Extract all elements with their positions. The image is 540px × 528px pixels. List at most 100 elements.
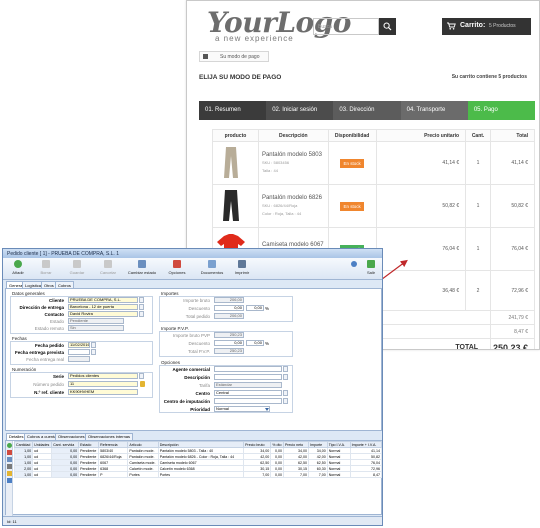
- descuento-pvp-pct-field[interactable]: 0,00: [246, 340, 264, 346]
- print-line-icon[interactable]: [7, 464, 12, 469]
- shop-logo[interactable]: YourLogo a new experience: [207, 6, 351, 49]
- options-line-icon[interactable]: [7, 471, 12, 476]
- step-iniciar-sesion[interactable]: 02. Iniciar sesión: [266, 101, 334, 120]
- product-attrs: Talla : 44: [261, 168, 278, 173]
- tab-cobros[interactable]: Cobros: [55, 281, 74, 288]
- fecha-real-field[interactable]: [68, 356, 90, 362]
- search-button[interactable]: [379, 18, 396, 35]
- centro-field[interactable]: Central: [214, 390, 282, 396]
- descuento-pct-field[interactable]: 0,00: [246, 305, 264, 311]
- pants-image: [223, 190, 239, 221]
- add-line-icon[interactable]: [7, 443, 12, 448]
- calendar-icon[interactable]: [91, 349, 96, 355]
- prioridad-select[interactable]: Normal: [214, 406, 270, 412]
- product-name[interactable]: Pantalón modelo 5803: [262, 152, 328, 158]
- step-label: 04. Transporte: [406, 107, 446, 113]
- chevron-down-icon[interactable]: [265, 408, 269, 411]
- cancel-button[interactable]: Cancelar: [98, 260, 118, 275]
- info-line-icon[interactable]: [7, 478, 12, 483]
- print-button[interactable]: Imprimir: [233, 260, 251, 275]
- search-icon[interactable]: [283, 374, 288, 380]
- cart-button[interactable]: Carrito: 5 Productos: [442, 18, 531, 35]
- search-icon[interactable]: [283, 390, 288, 396]
- erp-toolbar: Añadir Borrar Guardar Cancelar Cambiar e…: [3, 258, 382, 280]
- serie-field[interactable]: Pedidos clientes: [68, 373, 138, 379]
- descripcion-field[interactable]: [214, 374, 282, 380]
- logo-text: YourLogo: [207, 6, 351, 39]
- search-icon[interactable]: [283, 366, 288, 372]
- step-pago[interactable]: 05. Pago: [467, 101, 536, 120]
- numero-field[interactable]: 11: [68, 381, 138, 387]
- col-header: Disponibilidad: [327, 129, 377, 142]
- quantity: 1: [465, 184, 492, 228]
- step-resumen[interactable]: 01. Resumen: [199, 101, 267, 120]
- order-lines-table: Cantidad Unidades Cant. servida Estado R…: [13, 441, 382, 478]
- unit-price: 41,14 €: [375, 141, 467, 185]
- ref-cliente-field[interactable]: KK90HVHEM: [68, 389, 138, 395]
- direccion-field[interactable]: Barcelona - 12 de puerta: [68, 304, 138, 310]
- save-button[interactable]: Guardar: [67, 260, 87, 275]
- search-icon[interactable]: [139, 311, 144, 317]
- toolbar-label: Guardar: [69, 270, 85, 275]
- product-name[interactable]: Pantalón modelo 6826: [262, 195, 328, 201]
- step-direccion[interactable]: 03. Dirección: [333, 101, 401, 120]
- cliente-field[interactable]: PRUEBA DE COMPRA, S.L.: [68, 297, 138, 303]
- estado-remoto-label: Estado remoto: [34, 326, 64, 331]
- search-icon[interactable]: [139, 297, 144, 303]
- toolbar-label: Borrar: [40, 270, 52, 275]
- add-icon: [14, 260, 22, 268]
- ref-cliente-label: N.º ref. cliente: [34, 390, 64, 395]
- product-image-cell[interactable]: [212, 141, 259, 185]
- tab-observaciones[interactable]: Observaciones: [55, 433, 88, 440]
- direccion-label: Dirección de entrega: [19, 305, 64, 310]
- product-image-cell[interactable]: [212, 184, 259, 228]
- cliente-label: Cliente: [48, 298, 64, 303]
- search-icon[interactable]: [283, 398, 288, 404]
- search-icon[interactable]: [139, 304, 144, 310]
- estado-remoto-select[interactable]: Sin: [68, 325, 124, 331]
- delete-line-icon[interactable]: [7, 450, 12, 455]
- options-button[interactable]: Opciones: [165, 260, 189, 275]
- contacto-field[interactable]: David Rovira: [68, 311, 138, 317]
- tab-observaciones-internas[interactable]: Observaciones internas: [85, 433, 134, 440]
- toolbar-label: Cancelar: [99, 270, 116, 275]
- table-row[interactable]: 1,00 ud 0,00 Pendiente P Portes Portes 7,00 0,00…: [13, 471, 382, 478]
- edit-line-icon[interactable]: [7, 457, 12, 462]
- search-icon[interactable]: [139, 373, 144, 379]
- col-header: Cant.: [465, 129, 492, 142]
- step-transporte[interactable]: 04. Transporte: [400, 101, 468, 120]
- percent-sign: %: [265, 306, 270, 311]
- change-state-button[interactable]: Cambiar estado: [127, 260, 157, 275]
- printer-icon: [238, 260, 246, 268]
- line-total: 72,96 €: [490, 270, 535, 311]
- descuento-pvp-amount-field[interactable]: 0,00: [214, 340, 244, 346]
- col-header: producto: [212, 129, 259, 142]
- add-button[interactable]: Añadir: [9, 260, 27, 275]
- delete-button[interactable]: Borrar: [37, 260, 55, 275]
- fecha-prevista-field[interactable]: [68, 349, 90, 355]
- agente-field[interactable]: [214, 366, 282, 372]
- home-icon[interactable]: [203, 54, 208, 59]
- stock-badge: En stock: [340, 201, 364, 211]
- tarifa-field: Estándar: [214, 382, 282, 388]
- col-header: Precio unitario: [375, 129, 467, 142]
- line-total: 50,82 €: [490, 184, 535, 228]
- search-input[interactable]: Busca: [313, 18, 379, 35]
- toolbar-label: Imprimir: [234, 270, 250, 275]
- breadcrumb: Su modo de pago: [199, 51, 269, 62]
- table-cell: 7,00: [307, 471, 328, 478]
- centro-imputacion-field[interactable]: [214, 398, 282, 404]
- unit-price: 76,04 €: [375, 227, 467, 271]
- calendar-icon[interactable]: [91, 342, 96, 348]
- order-lines-body: 1,00 ud 0,00 Pendiente 5803/40 Pantalón mode.…: [13, 447, 382, 478]
- key-icon[interactable]: [140, 381, 145, 387]
- exit-button[interactable]: Salir: [364, 260, 378, 275]
- table-row: Pantalón modelo 5803 SKU : 5803456 Talla…: [212, 141, 535, 185]
- documents-button[interactable]: Documentos: [199, 260, 225, 275]
- descripcion-label: Descripción: [184, 375, 210, 380]
- estado-select[interactable]: Pendiente: [68, 318, 124, 324]
- fecha-pedido-field[interactable]: 11/02/2016: [68, 342, 90, 348]
- help-icon[interactable]: [351, 261, 357, 267]
- descuento-amount-field[interactable]: 0,00: [214, 305, 244, 311]
- table-cell: 7,00: [282, 471, 309, 478]
